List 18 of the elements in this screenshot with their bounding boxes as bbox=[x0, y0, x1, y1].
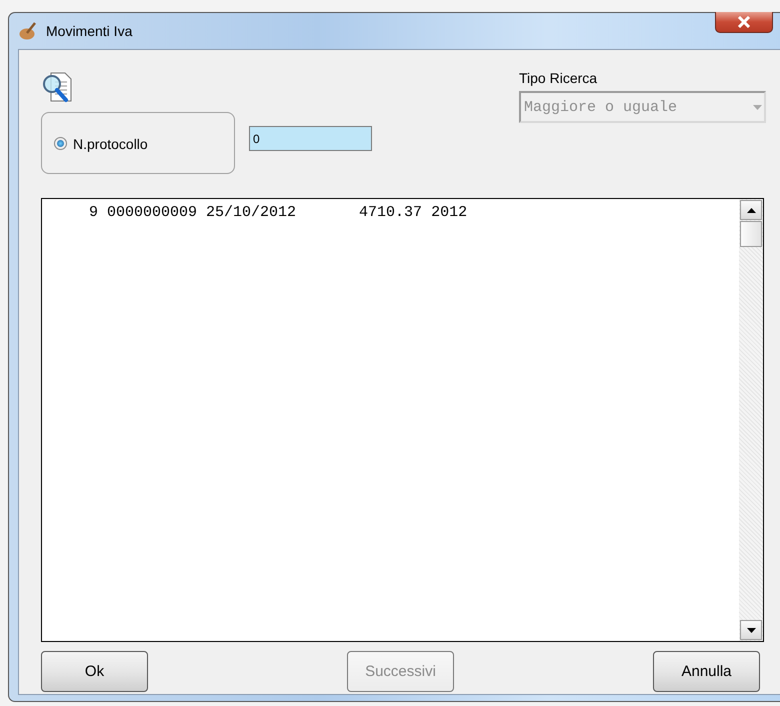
close-button[interactable] bbox=[715, 12, 773, 33]
up-arrow-icon bbox=[746, 208, 756, 212]
scroll-up-button[interactable] bbox=[740, 200, 762, 220]
scroll-down-button[interactable] bbox=[740, 620, 762, 640]
dialog-button[interactable]: Annulla bbox=[653, 651, 760, 692]
radio-label: N.protocollo bbox=[73, 136, 148, 152]
scrollbar-thumb[interactable] bbox=[740, 221, 762, 247]
dropdown-arrow-icon bbox=[753, 104, 762, 110]
radio-button[interactable] bbox=[54, 136, 67, 150]
close-icon bbox=[737, 16, 751, 28]
search-type-label: Tipo Ricerca bbox=[519, 70, 598, 86]
window-title: Movimenti Iva bbox=[46, 23, 132, 39]
document-search-icon[interactable] bbox=[41, 70, 73, 104]
protocol-input[interactable]: 0 bbox=[249, 126, 372, 151]
brush-icon bbox=[18, 21, 38, 41]
down-arrow-icon bbox=[746, 628, 756, 632]
dialog-button[interactable]: Ok bbox=[41, 651, 148, 692]
result-row[interactable]: 9 0000000009 25/10/2012 4710.37 2012 bbox=[44, 204, 739, 221]
